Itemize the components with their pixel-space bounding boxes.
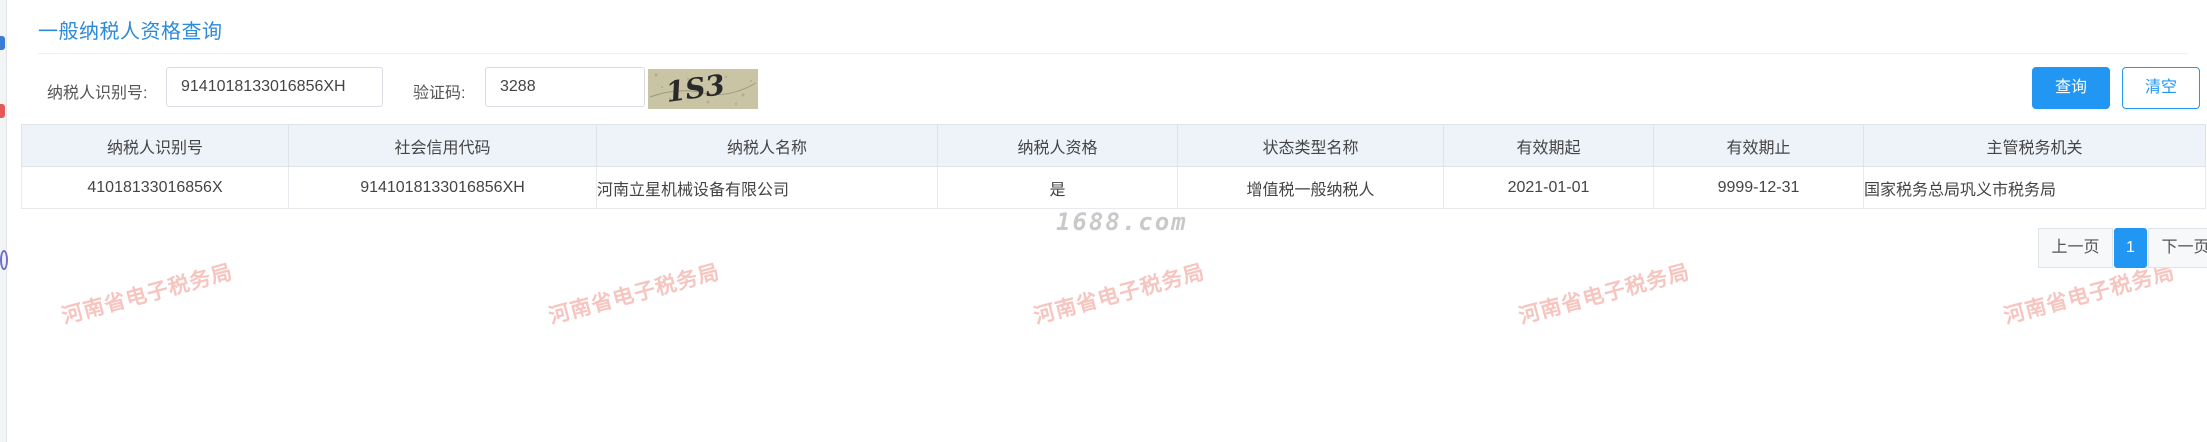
table-header-row: 纳税人识别号 社会信用代码 纳税人名称 纳税人资格 状态类型名称 有效期起 有效… bbox=[21, 124, 2206, 167]
table-cell: 2021-01-01 bbox=[1443, 166, 1654, 209]
column-header: 纳税人名称 bbox=[596, 124, 938, 167]
captcha-image[interactable]: 1S3 bbox=[648, 69, 758, 109]
site-watermark: 1688.com bbox=[1056, 208, 1188, 236]
column-header: 社会信用代码 bbox=[288, 124, 597, 167]
column-header: 有效期止 bbox=[1653, 124, 1864, 167]
table-cell: 增值税一般纳税人 bbox=[1177, 166, 1444, 209]
bureau-watermark: 河南省电子税务局 bbox=[546, 260, 723, 329]
bureau-watermark: 河南省电子税务局 bbox=[1031, 260, 1208, 329]
edge-tab-icon[interactable] bbox=[0, 104, 5, 118]
prev-page-button[interactable]: 上一页 bbox=[2038, 228, 2113, 268]
column-header: 纳税人资格 bbox=[937, 124, 1178, 167]
page-title: 一般纳税人资格查询 bbox=[38, 21, 223, 43]
edge-tab-icon[interactable] bbox=[0, 36, 5, 50]
taxpayer-id-input[interactable]: 9141018133016856XH bbox=[166, 67, 383, 107]
table-cell: 9141018133016856XH bbox=[288, 166, 597, 209]
next-page-button[interactable]: 下一页 bbox=[2148, 228, 2207, 268]
table-cell: 41018133016856X bbox=[21, 166, 289, 209]
column-header: 主管税务机关 bbox=[1863, 124, 2206, 167]
table-cell: 国家税务总局巩义市税务局 bbox=[1863, 166, 2206, 209]
query-panel: 一般纳税人资格查询 纳税人识别号: 9141018133016856XH 验证码… bbox=[21, 0, 2207, 442]
column-header: 状态类型名称 bbox=[1177, 124, 1444, 167]
taxpayer-id-label: 纳税人识别号: bbox=[47, 85, 148, 102]
left-edge-strip bbox=[0, 0, 8, 442]
clear-button[interactable]: 清空 bbox=[2122, 67, 2200, 109]
captcha-label: 验证码: bbox=[413, 85, 466, 102]
title-divider bbox=[38, 53, 2188, 54]
table-row[interactable]: 41018133016856X 9141018133016856XH 河南立星机… bbox=[21, 166, 2206, 209]
edge-toggle-icon[interactable] bbox=[0, 250, 8, 270]
table-cell: 9999-12-31 bbox=[1653, 166, 1864, 209]
table-cell: 是 bbox=[937, 166, 1178, 209]
column-header: 纳税人识别号 bbox=[21, 124, 289, 167]
column-header: 有效期起 bbox=[1443, 124, 1654, 167]
bureau-watermark: 河南省电子税务局 bbox=[1516, 260, 1693, 329]
captcha-input[interactable]: 3288 bbox=[485, 67, 645, 107]
table-cell: 河南立星机械设备有限公司 bbox=[596, 166, 938, 209]
query-button[interactable]: 查询 bbox=[2032, 67, 2110, 109]
results-table: 纳税人识别号 社会信用代码 纳税人名称 纳税人资格 状态类型名称 有效期起 有效… bbox=[21, 124, 2206, 209]
page-number-button[interactable]: 1 bbox=[2114, 228, 2147, 268]
captcha-graphic: 1S3 bbox=[648, 69, 758, 109]
bureau-watermark: 河南省电子税务局 bbox=[59, 260, 236, 329]
